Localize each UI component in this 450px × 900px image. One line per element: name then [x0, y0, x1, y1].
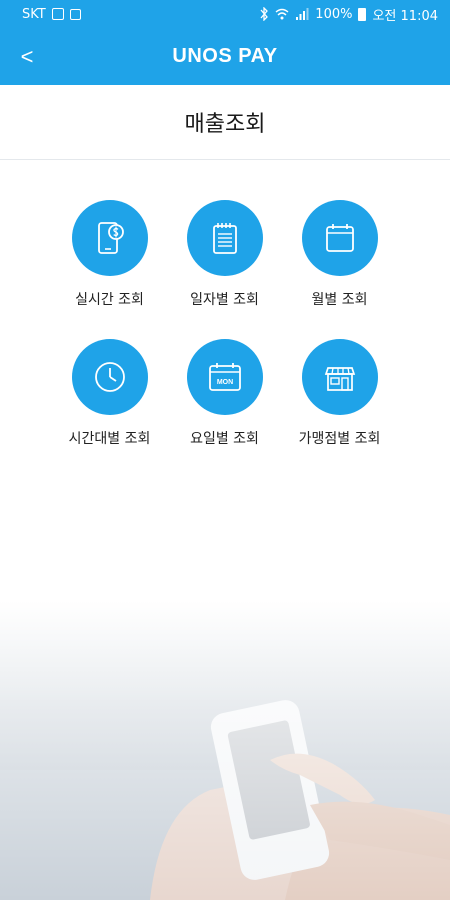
daily-query-button[interactable]: 일자별 조회: [167, 200, 282, 309]
menu-icon-circle: [186, 200, 263, 276]
notepad-icon: [212, 223, 237, 254]
menu-label: 가맹점별 조회: [298, 431, 381, 447]
image-icon: [51, 8, 64, 20]
status-left: SKT: [22, 7, 81, 22]
merchant-query-button[interactable]: 가맹점별 조회: [282, 339, 397, 448]
monthly-query-button[interactable]: 월별 조회: [282, 200, 397, 309]
background-phone-photo: [0, 600, 450, 900]
battery-text: 100%: [315, 6, 353, 22]
app-bar: < UNOS PAY: [0, 28, 450, 85]
page-header: 매출조회: [0, 85, 450, 160]
mon-text: MON: [216, 379, 232, 386]
hourly-query-button[interactable]: 시간대별 조회: [52, 339, 167, 448]
menu-icon-circle: [71, 200, 148, 276]
menu-label: 시간대별 조회: [68, 431, 151, 447]
signal-icon: [296, 8, 309, 20]
status-right: 100% 오전 11:04: [259, 5, 438, 24]
bluetooth-icon: [260, 7, 269, 21]
clock-text: 오전 11:04: [372, 8, 438, 24]
menu-label: 요일별 조회: [190, 431, 259, 447]
menu-label: 실시간 조회: [75, 292, 144, 308]
calendar-icon: [325, 224, 354, 252]
carrier-label: SKT: [22, 6, 46, 22]
app-title: UNOS PAY: [172, 45, 278, 67]
menu-icon-circle: [71, 339, 148, 415]
realtime-query-button[interactable]: 실시간 조회: [52, 200, 167, 309]
menu-icon-circle: [301, 200, 378, 276]
menu-label: 일자별 조회: [190, 292, 259, 308]
calendar-mon-icon: MON: [208, 363, 241, 391]
menu-grid: 실시간 조회 일자별 조회 월별 조회 시간대별 조회 MON 요일별 조회 가…: [52, 200, 397, 448]
battery-icon: [358, 7, 367, 21]
weekday-query-button[interactable]: MON 요일별 조회: [167, 339, 282, 448]
phone-dollar-icon: [97, 222, 124, 254]
menu-icon-circle: [301, 339, 378, 415]
storefront-icon: [324, 367, 355, 391]
menu-icon-circle: MON: [186, 339, 263, 415]
sync-icon: [69, 8, 81, 20]
clock-icon: [94, 362, 125, 392]
wifi-icon: [275, 8, 289, 20]
menu-label: 월별 조회: [311, 292, 368, 308]
back-button[interactable]: <: [12, 40, 42, 74]
hand-holding-phone-image: [0, 600, 450, 900]
status-bar: SKT 100% 오전 11:04: [0, 0, 450, 28]
page-title: 매출조회: [184, 112, 266, 137]
